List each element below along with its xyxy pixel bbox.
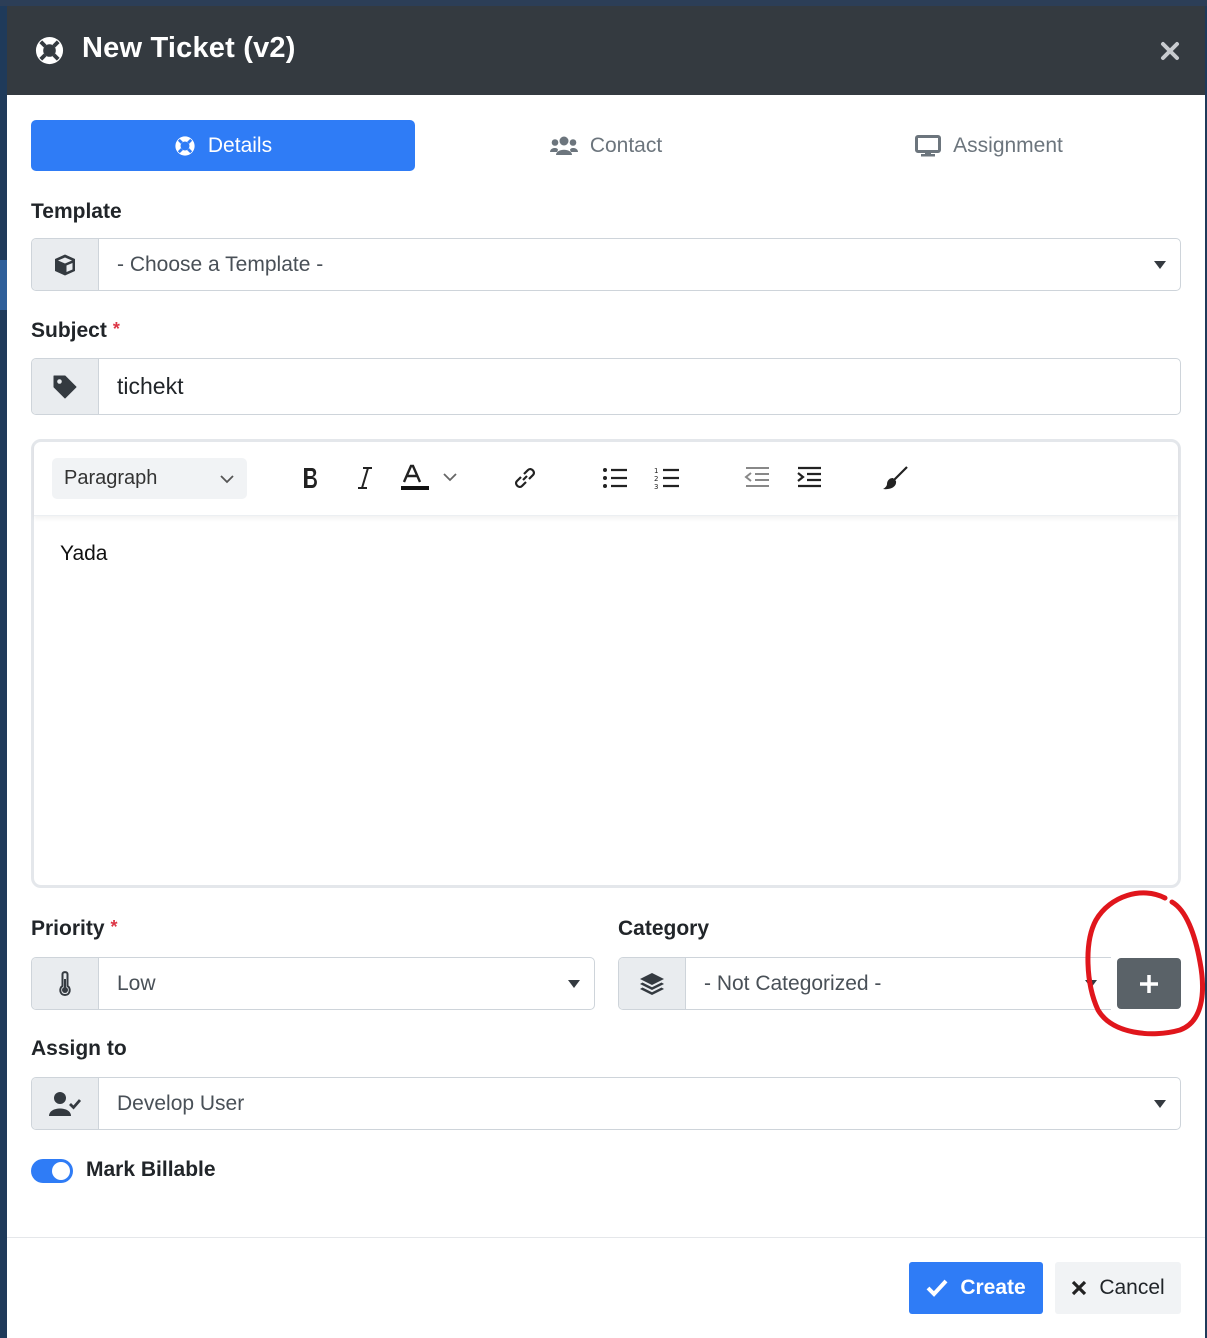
bulleted-list-button[interactable]: [600, 460, 630, 496]
indent-button[interactable]: [794, 460, 824, 496]
close-button[interactable]: [1155, 36, 1185, 66]
bold-icon: [304, 468, 317, 488]
remove-format-button[interactable]: [880, 460, 910, 496]
template-label: Template: [31, 200, 122, 223]
editor-content[interactable]: Yada: [60, 542, 108, 566]
assign-to-select[interactable]: Develop User: [31, 1077, 1181, 1130]
cancel-button-label: Cancel: [1099, 1276, 1165, 1299]
layers-icon: [640, 972, 664, 995]
modal-header: New Ticket (v2): [7, 6, 1205, 95]
priority-value-field: Low: [99, 958, 594, 1009]
chevron-down-icon: [1085, 979, 1097, 988]
tag-icon: [53, 375, 77, 398]
category-label: Category: [618, 917, 710, 940]
life-ring-icon: [175, 135, 195, 156]
ticket-tabs: Details Contact Assignment: [31, 120, 1181, 171]
category-addon: [619, 958, 686, 1009]
outdent-button[interactable]: [742, 460, 772, 496]
chevron-down-icon: [220, 475, 234, 484]
svg-text:2: 2: [654, 475, 658, 483]
description-editor: Paragraph 1 2 3 Yada: [31, 439, 1181, 888]
numbered-list-button[interactable]: 1 2 3: [652, 460, 682, 496]
tab-assignment[interactable]: Assignment: [797, 120, 1181, 171]
create-button[interactable]: Create: [909, 1262, 1043, 1314]
chevron-down-icon: [568, 979, 580, 988]
chevron-down-icon: [1154, 260, 1166, 269]
mark-billable-toggle[interactable]: [31, 1159, 73, 1183]
priority-value: Low: [117, 971, 156, 995]
template-value-field: - Choose a Template -: [99, 239, 1180, 290]
thermometer-icon: [59, 970, 71, 996]
link-button[interactable]: [510, 460, 540, 496]
user-check-icon: [49, 1091, 81, 1116]
svg-text:3: 3: [654, 483, 658, 491]
assign-to-value-field: Develop User: [99, 1078, 1180, 1129]
subject-addon: [32, 359, 99, 414]
template-addon: [32, 239, 99, 290]
remove-format-icon: [883, 466, 908, 490]
desktop-icon: [915, 134, 942, 156]
subject-input[interactable]: tichekt: [99, 359, 1180, 414]
subject-label-text: Subject: [31, 319, 107, 342]
font-color-button[interactable]: [398, 460, 464, 496]
mark-billable-label: Mark Billable: [86, 1158, 216, 1181]
chevron-down-icon: [1154, 1099, 1166, 1108]
life-ring-icon: [35, 36, 64, 65]
italic-icon: [358, 467, 372, 489]
plus-icon: [1140, 974, 1158, 993]
required-mark: *: [110, 917, 118, 937]
bulleted-list-icon: [603, 468, 627, 488]
assign-to-value: Develop User: [117, 1091, 245, 1115]
subject-field[interactable]: tichekt: [31, 358, 1181, 415]
tab-details[interactable]: Details: [31, 120, 415, 171]
users-icon: [549, 136, 578, 155]
bold-button[interactable]: [296, 460, 326, 496]
tab-assignment-label: Assignment: [953, 133, 1063, 157]
category-value-field: - Not Categorized -: [686, 958, 1111, 1009]
footer-divider: [7, 1237, 1205, 1238]
required-mark: *: [112, 319, 120, 339]
template-value: - Choose a Template -: [117, 252, 324, 276]
cube-icon: [55, 254, 75, 275]
check-icon: [926, 1279, 948, 1297]
cancel-button[interactable]: Cancel: [1055, 1262, 1181, 1314]
category-value: - Not Categorized -: [704, 971, 882, 995]
toggle-knob: [52, 1162, 70, 1180]
close-icon: [1072, 1280, 1087, 1296]
add-category-button[interactable]: [1117, 958, 1181, 1009]
template-select[interactable]: - Choose a Template -: [31, 238, 1181, 291]
priority-addon: [32, 958, 99, 1009]
subject-value: tichekt: [117, 373, 184, 399]
numbered-list-icon: 1 2 3: [654, 467, 679, 491]
assign-to-addon: [32, 1078, 99, 1129]
category-select[interactable]: - Not Categorized -: [618, 957, 1111, 1010]
italic-button[interactable]: [350, 460, 380, 496]
outdent-icon: [744, 467, 769, 487]
new-ticket-modal: New Ticket (v2) Details Contact Assignme…: [7, 6, 1205, 1338]
svg-text:1: 1: [654, 467, 658, 475]
priority-label-text: Priority: [31, 917, 105, 940]
priority-label: Priority *: [31, 917, 118, 941]
priority-select[interactable]: Low: [31, 957, 595, 1010]
font-color-icon: [401, 464, 457, 490]
paragraph-format-select[interactable]: Paragraph: [52, 458, 247, 499]
tab-details-label: Details: [207, 133, 273, 157]
link-icon: [515, 468, 535, 488]
create-button-label: Create: [960, 1276, 1026, 1299]
tab-contact[interactable]: Contact: [415, 120, 797, 171]
assign-to-label: Assign to: [31, 1037, 127, 1060]
editor-toolbar: Paragraph 1 2 3: [34, 442, 1178, 516]
modal-title: New Ticket (v2): [82, 32, 296, 64]
subject-label: Subject *: [31, 319, 120, 343]
tab-contact-label: Contact: [589, 133, 663, 157]
indent-icon: [797, 466, 821, 488]
paragraph-format-value: Paragraph: [64, 467, 158, 489]
close-icon: [1161, 42, 1179, 60]
